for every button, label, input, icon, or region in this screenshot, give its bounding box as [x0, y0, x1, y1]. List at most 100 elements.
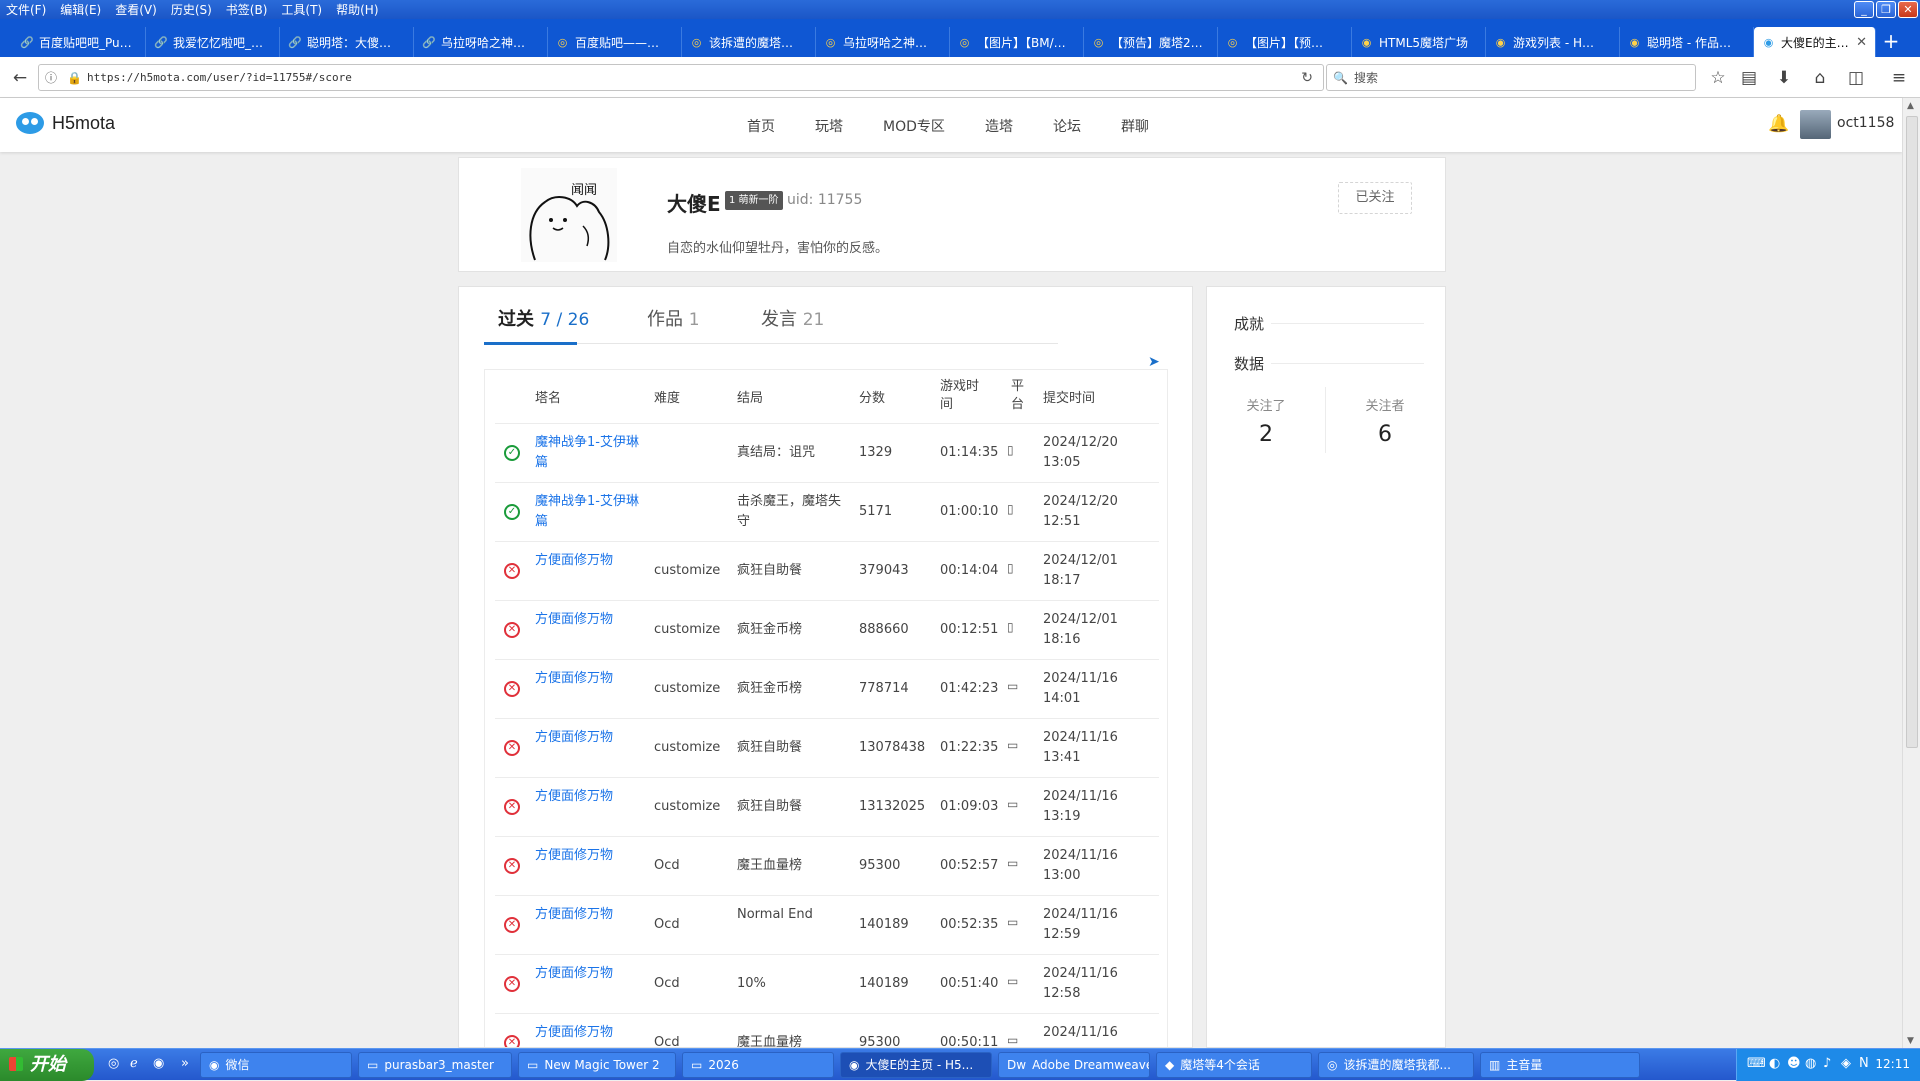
tab-posts[interactable]: 发言 21 [761, 305, 824, 331]
expand-icon[interactable]: » [181, 1056, 189, 1071]
menu-item[interactable]: 查看(V) [115, 1, 157, 18]
onenote-icon[interactable]: N [1859, 1056, 1869, 1071]
info-icon[interactable]: ⓘ [45, 69, 61, 86]
tower-name-link[interactable]: 方便面修万物 [535, 846, 645, 866]
browser-tab[interactable]: ◎ 该拆遭的魔塔… [682, 27, 816, 57]
menu-item[interactable]: 文件(F) [6, 1, 46, 18]
tower-name-link[interactable]: 魔神战争1-艾伊琳篇 [535, 492, 645, 532]
new-tab-button[interactable]: + [1876, 27, 1906, 57]
avatar[interactable] [1800, 110, 1831, 139]
nav-home[interactable]: 首页 [747, 116, 775, 136]
tab-label: 【预告】魔塔2… [1111, 35, 1203, 50]
taskbar-button[interactable]: ◉ 微信 [200, 1052, 352, 1078]
taskbar-button[interactable]: ▭ 2026 [682, 1052, 834, 1078]
browser-tab[interactable]: ◉ HTML5魔塔广场 [1352, 27, 1486, 57]
desktop-icon[interactable]: ◎ [108, 1056, 119, 1071]
tower-name-link[interactable]: 方便面修万物 [535, 610, 645, 630]
start-button[interactable]: 开始 [0, 1049, 94, 1081]
back-arrow-icon[interactable]: ← [6, 64, 34, 92]
tray-app-icon[interactable]: ◐ [1769, 1056, 1780, 1071]
scroll-up-icon[interactable]: ▲ [1907, 101, 1914, 111]
browser-tab[interactable]: 🔗 我爱忆忆啦吧_… [146, 27, 280, 57]
browser-icon[interactable]: ◉ [153, 1056, 164, 1071]
scrollbar-thumb[interactable] [1906, 116, 1918, 748]
bell-icon[interactable]: 🔔 [1768, 114, 1789, 134]
tower-name-link[interactable]: 方便面修万物 [535, 964, 645, 984]
menu-item[interactable]: 历史(S) [171, 1, 212, 18]
browser-tab[interactable]: ◉ 聪明塔 - 作品… [1620, 27, 1754, 57]
tab-close-icon[interactable]: ✕ [1852, 35, 1867, 50]
follow-button[interactable]: 已关注 [1338, 182, 1412, 214]
browser-tab[interactable]: ◉ 大傻E的主… ✕ [1754, 27, 1876, 57]
search-input[interactable]: 🔍 搜索 [1326, 64, 1696, 91]
tower-name-link[interactable]: 方便面修万物 [535, 728, 645, 748]
tower-name-link[interactable]: 方便面修万物 [535, 669, 645, 689]
menu-item[interactable]: 帮助(H) [336, 1, 378, 18]
tower-name-link[interactable]: 方便面修万物 [535, 787, 645, 807]
network-icon[interactable]: ◍ [1805, 1056, 1816, 1071]
taskbar-button[interactable]: ▥ 主音量 [1480, 1052, 1640, 1078]
security-icon[interactable]: ◈ [1841, 1056, 1851, 1071]
browser-tab[interactable]: ◎ 百度贴吧——… [548, 27, 682, 57]
task-app-icon: Dw [1007, 1058, 1027, 1072]
keyboard-icon[interactable]: ⌨ [1747, 1056, 1766, 1071]
browser-tab[interactable]: ◎ 【图片】【BM/… [950, 27, 1084, 57]
menu-hamburger-icon[interactable]: ≡ [1885, 64, 1913, 92]
taskbar-button[interactable]: ◉ 大傻E的主页 - H5... [840, 1052, 992, 1078]
ie-icon[interactable]: ℯ [130, 1056, 138, 1071]
menu-item[interactable]: 书签(B) [226, 1, 268, 18]
scroll-down-icon[interactable]: ▼ [1907, 1036, 1914, 1046]
url-text[interactable]: https://h5mota.com/user/?id=11755#/score [87, 71, 352, 84]
task-label: 主音量 [1506, 1058, 1543, 1072]
site-logo[interactable]: H5mota [16, 112, 115, 134]
tab-works[interactable]: 作品 1 [647, 305, 700, 331]
tab-clears[interactable]: 过关 7 / 26 [498, 305, 589, 331]
browser-tab[interactable]: 🔗 百度贴吧吧_Pu… [12, 27, 146, 57]
download-icon[interactable]: ⬇ [1770, 64, 1798, 92]
browser-tab[interactable]: 🔗 乌拉呀哈之神… [414, 27, 548, 57]
tower-name-link[interactable]: 方便面修万物 [535, 905, 645, 925]
pocket-icon[interactable]: ◫ [1842, 64, 1870, 92]
taskbar-button[interactable]: ▭ purasbar3_master [358, 1052, 512, 1078]
close-icon[interactable]: ✕ [1898, 1, 1918, 18]
browser-tab[interactable]: ◎ 【预告】魔塔2… [1084, 27, 1218, 57]
home-icon[interactable]: ⌂ [1806, 64, 1834, 92]
table-row: ✕ 方便面修万物 customize 疯狂金币榜 888660 00:12:51 ▯ 2024… [495, 600, 1159, 659]
achievements-heading[interactable]: 成就 [1234, 313, 1264, 334]
browser-tab[interactable]: ◎ 【图片】【预… [1218, 27, 1352, 57]
taskbar-button[interactable]: ◆ 魔塔等4个会话 [1156, 1052, 1312, 1078]
nav-chat[interactable]: 群聊 [1121, 116, 1149, 136]
browser-tab[interactable]: 🔗 聪明塔：大傻… [280, 27, 414, 57]
nav-mod[interactable]: MOD专区 [883, 116, 945, 136]
volume-icon[interactable]: ♪ [1823, 1056, 1831, 1071]
current-username[interactable]: oct1158 [1837, 115, 1894, 131]
followers-count[interactable]: 6 [1335, 422, 1435, 447]
nav-play[interactable]: 玩塔 [815, 116, 843, 136]
menu-item[interactable]: 工具(T) [281, 1, 322, 18]
restore-icon[interactable]: ❐ [1876, 1, 1896, 18]
reading-list-icon[interactable]: ▤ [1735, 64, 1763, 92]
nav-make[interactable]: 造塔 [985, 116, 1013, 136]
score-cell: 1329 [859, 445, 893, 460]
taskbar-button[interactable]: ▭ New Magic Tower 2 [518, 1052, 676, 1078]
taskbar-button[interactable]: Dw Adobe Dreamweave... [998, 1052, 1150, 1078]
qq-icon[interactable]: ☻ [1787, 1056, 1801, 1071]
following-count[interactable]: 2 [1216, 422, 1316, 447]
browser-tab[interactable]: ◉ 游戏列表 - H… [1486, 27, 1620, 57]
url-bar[interactable]: ⓘ 🔒 https://h5mota.com/user/?id=11755#/s… [38, 64, 1324, 91]
bookmark-star-icon[interactable]: ☆ [1704, 64, 1732, 92]
minimize-icon[interactable]: _ [1854, 1, 1874, 18]
menu-item[interactable]: 编辑(E) [60, 1, 101, 18]
divider [1271, 323, 1424, 324]
tab-posts-label: 发言 [761, 309, 797, 330]
tower-name-link[interactable]: 方便面修万物 [535, 551, 645, 571]
browser-tab[interactable]: ◎ 乌拉呀哈之神… [816, 27, 950, 57]
tower-name-link[interactable]: 魔神战争1-艾伊琳篇 [535, 433, 645, 473]
tower-name-link[interactable]: 方便面修万物 [535, 1023, 645, 1043]
active-tab-indicator [484, 342, 577, 345]
nav-forum[interactable]: 论坛 [1053, 116, 1081, 136]
taskbar-button[interactable]: ◎ 该拆遭的魔塔我都... [1318, 1052, 1474, 1078]
site-header: H5mota 首页 玩塔 MOD专区 造塔 论坛 群聊 🔔 oct1158 [0, 98, 1902, 152]
reload-icon[interactable]: ↻ [1301, 70, 1313, 86]
page-scrollbar[interactable]: ▲ ▼ [1902, 98, 1920, 1048]
